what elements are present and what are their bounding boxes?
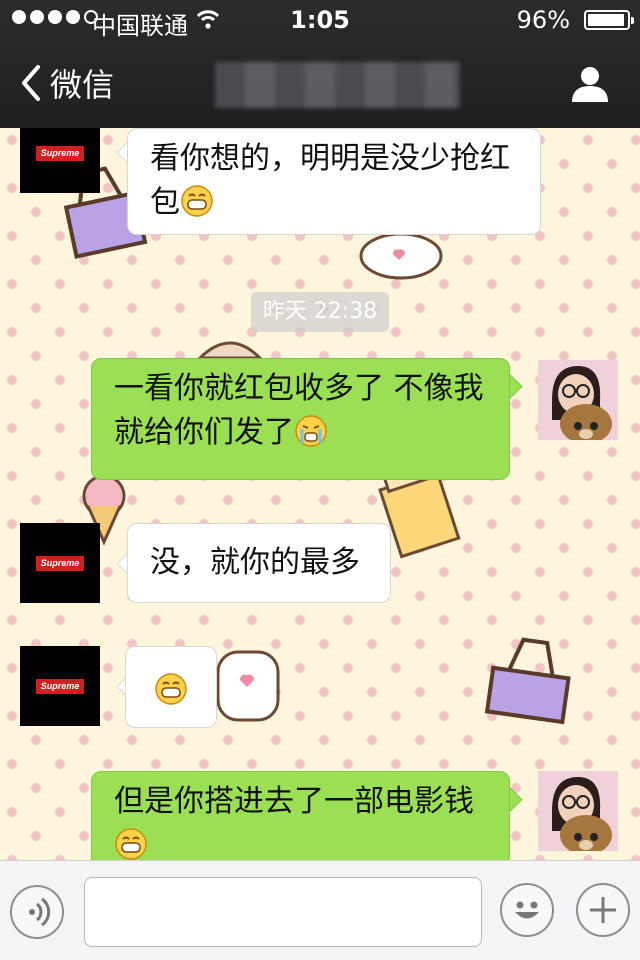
message-incoming: Supreme	[0, 646, 640, 728]
chat-area[interactable]: Supreme 看你想的，明明是没少抢红包 昨天 22:38 一看你就红包收多了…	[0, 128, 640, 860]
heart-pillow-sticker	[359, 232, 443, 280]
message-text: 但是你搭进去了一部电影钱	[114, 784, 474, 819]
plus-icon	[590, 897, 616, 923]
status-bar: 中国联通 1:05 96%	[0, 0, 640, 40]
message-incoming: Supreme 没，就你的最多	[0, 523, 640, 603]
supreme-logo: Supreme	[36, 556, 84, 571]
chat-title-blurred	[215, 62, 460, 108]
profile-photo	[538, 360, 618, 440]
avatar-self[interactable]	[538, 360, 618, 440]
message-bubble[interactable]: 没，就你的最多	[127, 523, 391, 603]
crying-face-icon	[295, 415, 327, 447]
message-outgoing: 但是你搭进去了一部电影钱	[0, 771, 640, 860]
profile-photo	[538, 771, 618, 851]
voice-button[interactable]	[10, 885, 64, 939]
avatar-contact[interactable]: Supreme	[20, 128, 100, 193]
message-bubble[interactable]	[125, 646, 217, 728]
timestamp: 昨天 22:38	[251, 292, 389, 332]
battery-percent: 96%	[516, 6, 570, 34]
back-label: 微信	[50, 66, 115, 104]
top-bar: 中国联通 1:05 96% 微信	[0, 0, 640, 128]
avatar-self[interactable]	[538, 771, 618, 851]
message-incoming: Supreme 看你想的，明明是没少抢红包	[0, 128, 640, 238]
message-bubble[interactable]: 但是你搭进去了一部电影钱	[91, 771, 510, 860]
supreme-logo: Supreme	[36, 146, 84, 161]
chevron-left-icon	[22, 65, 40, 101]
emoji-button[interactable]	[500, 883, 554, 937]
message-outgoing: 一看你就红包收多了 不像我 就给你们发了	[0, 358, 640, 480]
message-input[interactable]	[84, 877, 482, 947]
grinning-face-icon	[115, 828, 147, 860]
person-icon[interactable]	[570, 64, 610, 104]
voice-icon	[29, 897, 51, 927]
supreme-logo: Supreme	[36, 679, 84, 694]
message-text: 没，就你的最多	[150, 545, 360, 580]
grinning-face-icon	[181, 185, 213, 217]
battery-fill	[588, 14, 625, 26]
message-bubble[interactable]: 看你想的，明明是没少抢红包	[127, 128, 541, 235]
message-bubble[interactable]: 一看你就红包收多了 不像我 就给你们发了	[91, 358, 510, 480]
battery-icon	[584, 10, 634, 30]
nav-bar: 微信	[0, 40, 640, 128]
avatar-contact[interactable]: Supreme	[20, 646, 100, 726]
back-button[interactable]: 微信	[18, 60, 114, 106]
more-button[interactable]	[576, 883, 630, 937]
smiley-icon	[515, 901, 539, 919]
input-bar	[0, 860, 640, 960]
grinning-face-icon	[155, 673, 187, 705]
avatar-contact[interactable]: Supreme	[20, 523, 100, 603]
